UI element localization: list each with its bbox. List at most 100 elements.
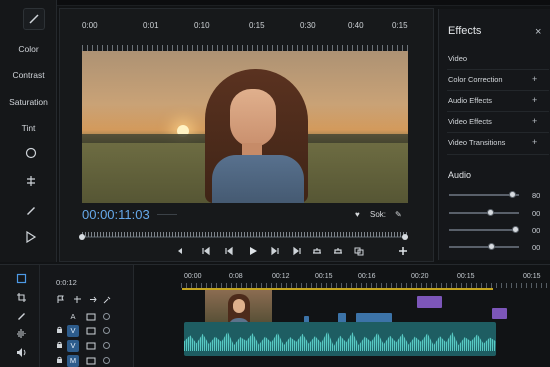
clip-thumbnail-face (233, 299, 245, 313)
crop-move-icon[interactable] (25, 175, 37, 187)
speaker-icon[interactable] (16, 347, 27, 358)
slider-knob[interactable] (512, 226, 519, 233)
audio-title: Audio (448, 170, 472, 180)
lock-icon[interactable] (56, 326, 63, 334)
audio-slider-value: 00 (532, 226, 541, 235)
extract-icon[interactable] (333, 246, 343, 256)
effects-item-audio-effects[interactable]: Audio Effects (448, 96, 492, 105)
track-row-v1: V (56, 325, 132, 339)
add-audio-effects-icon[interactable]: + (532, 95, 537, 105)
timeline-current-time[interactable]: 0:0:12 (56, 278, 77, 287)
timeline-tools (0, 265, 40, 367)
wrench-tool-icon[interactable] (103, 291, 112, 309)
add-color-correction-icon[interactable]: + (532, 74, 537, 84)
audio-slider[interactable] (449, 190, 519, 200)
color-label[interactable]: Color (0, 44, 57, 54)
prev-marker-icon[interactable] (175, 246, 185, 256)
timeline-ruler-tick: 00:20 (411, 273, 429, 280)
track-label[interactable]: V (67, 340, 79, 352)
purple-clip[interactable] (492, 308, 507, 319)
crop-icon[interactable] (16, 292, 27, 303)
eye-icon[interactable] (86, 313, 96, 321)
timecode-display[interactable]: 00:00:11:03 (82, 207, 150, 222)
audio-slider[interactable] (449, 225, 519, 235)
eye-icon[interactable] (86, 357, 96, 365)
track-toggle[interactable] (103, 357, 110, 364)
divider (447, 154, 549, 155)
wrench-icon[interactable]: ✎ (395, 210, 402, 219)
track-label[interactable]: M (67, 355, 79, 367)
audio-waveform (184, 331, 496, 351)
timeline-ruler-tick: 0:08 (229, 273, 243, 280)
viewer-ruler[interactable]: 0:00 0:01 0:10 0:15 0:30 0:40 0:15 (82, 21, 412, 53)
effects-item-video-effects[interactable]: Video Effects (448, 117, 492, 126)
track-toggle[interactable] (103, 313, 110, 320)
pen-icon[interactable] (25, 204, 37, 216)
track-row-m: M (56, 355, 132, 367)
slider-track (449, 212, 519, 214)
slider-knob[interactable] (486, 209, 494, 216)
timeline-ruler-tick: 00:15 (457, 273, 475, 280)
divider (447, 132, 549, 133)
track-toggle[interactable] (103, 342, 110, 349)
close-icon[interactable]: × (535, 26, 541, 38)
frame-back-icon[interactable] (224, 246, 234, 256)
effects-item-color-correction[interactable]: Color Correction (448, 75, 503, 84)
brush-button[interactable] (23, 8, 45, 30)
track-label[interactable]: V (67, 325, 79, 337)
slider-knob[interactable] (488, 243, 496, 250)
play-outline-icon[interactable] (25, 231, 37, 243)
play-icon[interactable] (248, 246, 258, 256)
contrast-label[interactable]: Contrast (0, 70, 57, 80)
track-row-a: A (56, 311, 132, 325)
video-preview[interactable] (82, 51, 408, 203)
circle-icon[interactable] (25, 147, 37, 159)
woman-shirt (212, 155, 304, 203)
export-frame-icon[interactable] (354, 246, 364, 256)
saturation-label[interactable]: Saturation (0, 97, 57, 107)
waveform-icon[interactable] (16, 328, 27, 339)
step-back-icon[interactable] (201, 246, 211, 256)
timeline-ruler-tick: 00:15 (523, 273, 541, 280)
track-toggle[interactable] (103, 327, 110, 334)
eye-icon[interactable] (86, 327, 96, 335)
viewer-ruler-tick: 0:40 (348, 21, 364, 30)
eye-icon[interactable] (86, 342, 96, 350)
effects-item-video-transitions[interactable]: Video Transitions (448, 138, 505, 147)
tint-label[interactable]: Tint (0, 123, 57, 133)
heart-icon[interactable]: ♥ (355, 210, 360, 219)
effects-title: Effects (448, 25, 482, 37)
viewer-ruler-tick: 0:30 (300, 21, 316, 30)
slider-track (449, 229, 519, 231)
pen-tool-icon[interactable] (16, 310, 27, 321)
audio-slider[interactable] (449, 242, 519, 252)
slider-track (449, 246, 519, 248)
effects-item-video[interactable]: Video (448, 54, 467, 63)
frame-forward-icon[interactable] (270, 246, 280, 256)
audio-waveform-clip[interactable] (184, 322, 496, 356)
audio-slider[interactable] (449, 208, 519, 218)
step-forward-icon[interactable] (292, 246, 302, 256)
add-video-effects-icon[interactable]: + (532, 116, 537, 126)
lock-icon[interactable] (56, 356, 63, 364)
lock-icon[interactable] (56, 341, 63, 349)
add-button-icon[interactable] (398, 246, 408, 256)
purple-clip[interactable] (417, 296, 442, 308)
track-label[interactable]: A (67, 311, 79, 323)
timeline-ruler-tick: 00:00 (184, 273, 202, 280)
viewer-right-label: Sok: (370, 210, 387, 219)
timeline-ruler-tick: 00:12 (272, 273, 290, 280)
divider (447, 69, 549, 70)
scrub-start-knob[interactable] (79, 234, 85, 240)
track-row-v2: V (56, 340, 132, 354)
add-video-transitions-icon[interactable]: + (532, 137, 537, 147)
divider (447, 90, 549, 91)
slider-knob[interactable] (508, 191, 516, 198)
scrub-bar[interactable] (79, 232, 408, 240)
link-icon[interactable] (73, 291, 82, 309)
arrow-icon[interactable] (89, 291, 98, 309)
selection-icon[interactable] (16, 273, 27, 284)
lift-icon[interactable] (312, 246, 322, 256)
scrub-end-knob[interactable] (402, 234, 408, 240)
flag-icon[interactable] (56, 291, 65, 309)
